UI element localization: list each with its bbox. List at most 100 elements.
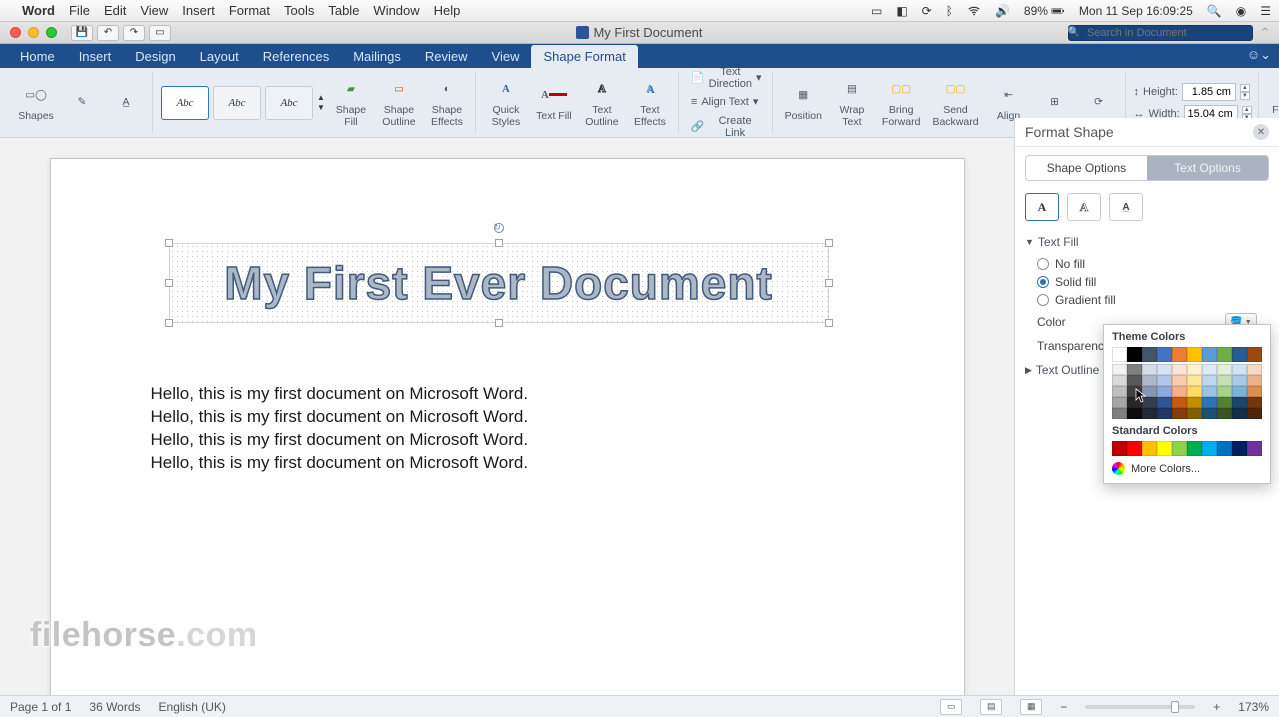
color-swatch[interactable] [1127,347,1142,362]
height-down[interactable]: ▼ [1240,92,1250,100]
text-box-button[interactable]: A̲ [106,88,146,118]
zoom-window-button[interactable] [46,27,57,38]
shape-style-2[interactable]: Abc [213,86,261,120]
color-swatch[interactable] [1142,397,1157,408]
color-swatch[interactable] [1217,364,1232,375]
color-swatch[interactable] [1232,408,1247,419]
radio-gradient-fill[interactable]: Gradient fill [1025,291,1269,309]
menu-format[interactable]: Format [229,3,270,18]
menu-window[interactable]: Window [373,3,419,18]
language-status[interactable]: English (UK) [159,700,226,714]
color-swatch[interactable] [1202,441,1217,456]
menu-file[interactable]: File [69,3,90,18]
color-swatch[interactable] [1187,397,1202,408]
zoom-level[interactable]: 173% [1238,700,1269,714]
color-swatch[interactable] [1157,386,1172,397]
color-swatch[interactable] [1202,375,1217,386]
color-swatch[interactable] [1142,441,1157,456]
color-swatch[interactable] [1187,347,1202,362]
shape-effects-button[interactable]: ◐Shape Effects [425,75,469,130]
color-swatch[interactable] [1232,441,1247,456]
color-swatch[interactable] [1232,364,1247,375]
text-outline-button[interactable]: AText Outline [580,75,624,130]
send-backward-button[interactable]: ▢▢Send Backward [928,75,982,130]
color-swatch[interactable] [1217,408,1232,419]
document-search-input[interactable] [1068,25,1253,41]
width-up[interactable]: ▲ [1242,106,1252,114]
rotate-button[interactable]: ⟳ [1079,88,1119,118]
shape-style-3[interactable]: Abc [265,86,313,120]
color-swatch[interactable] [1112,386,1127,397]
qat-print-layout-button[interactable]: ▭ [149,25,171,41]
notifications-icon[interactable]: ☰ [1260,4,1271,18]
color-swatch[interactable] [1157,397,1172,408]
word-count[interactable]: 36 Words [89,700,140,714]
tab-design[interactable]: Design [123,45,187,68]
color-swatch[interactable] [1247,347,1262,362]
color-swatch[interactable] [1202,347,1217,362]
tab-references[interactable]: References [251,45,341,68]
color-swatch[interactable] [1232,386,1247,397]
color-swatch[interactable] [1127,397,1142,408]
display-icon[interactable]: ◧ [896,4,907,18]
color-swatch[interactable] [1217,347,1232,362]
volume-icon[interactable]: 🔊 [995,4,1010,18]
color-swatch[interactable] [1112,364,1127,375]
document-page[interactable]: My First Ever Document Hello, this is my… [50,158,965,695]
menu-edit[interactable]: Edit [104,3,126,18]
tab-layout[interactable]: Layout [188,45,251,68]
color-swatch[interactable] [1112,347,1127,362]
color-swatch[interactable] [1142,375,1157,386]
color-swatch[interactable] [1142,408,1157,419]
document-workspace[interactable]: My First Ever Document Hello, this is my… [0,138,1014,695]
color-swatch[interactable] [1217,375,1232,386]
color-swatch[interactable] [1127,375,1142,386]
view-web-button[interactable]: ▦ [1020,699,1042,715]
color-swatch[interactable] [1202,386,1217,397]
quick-styles-button[interactable]: AQuick Styles [484,75,528,130]
body-line-3[interactable]: Hello, this is my first document on Micr… [151,429,864,452]
color-swatch[interactable] [1187,375,1202,386]
tab-view[interactable]: View [480,45,532,68]
color-swatch[interactable] [1202,397,1217,408]
color-swatch[interactable] [1217,441,1232,456]
shape-outline-button[interactable]: ▭Shape Outline [377,75,421,130]
body-line-1[interactable]: Hello, this is my first document on Micr… [151,383,864,406]
color-swatch[interactable] [1247,397,1262,408]
color-swatch[interactable] [1202,364,1217,375]
color-swatch[interactable] [1142,386,1157,397]
color-swatch[interactable] [1157,408,1172,419]
color-swatch[interactable] [1247,408,1262,419]
close-window-button[interactable] [10,27,21,38]
color-swatch[interactable] [1187,441,1202,456]
color-swatch[interactable] [1187,364,1202,375]
create-link-button[interactable]: 🔗 Create Link [687,113,766,141]
text-effects-button[interactable]: AText Effects [628,75,672,130]
color-swatch[interactable] [1112,441,1127,456]
color-swatch[interactable] [1232,375,1247,386]
zoom-thumb[interactable] [1171,701,1179,713]
color-swatch[interactable] [1112,397,1127,408]
color-swatch[interactable] [1172,364,1187,375]
color-swatch[interactable] [1157,441,1172,456]
tab-text-fill-outline[interactable]: A [1025,193,1059,221]
color-swatch[interactable] [1187,386,1202,397]
airplay-icon[interactable]: ▭ [871,4,882,18]
zoom-out-button[interactable]: − [1060,700,1067,714]
wordart-text[interactable]: My First Ever Document [169,243,829,323]
tab-home[interactable]: Home [8,45,67,68]
menu-tools[interactable]: Tools [284,3,314,18]
menu-help[interactable]: Help [434,3,461,18]
color-swatch[interactable] [1142,347,1157,362]
bluetooth-icon[interactable]: ᛒ [946,4,953,18]
color-swatch[interactable] [1172,397,1187,408]
color-swatch[interactable] [1202,408,1217,419]
color-swatch[interactable] [1172,347,1187,362]
menu-insert[interactable]: Insert [182,3,215,18]
color-swatch[interactable] [1172,386,1187,397]
color-swatch[interactable] [1157,347,1172,362]
height-up[interactable]: ▲ [1240,84,1250,92]
wifi-icon[interactable] [967,4,981,18]
spotlight-icon[interactable]: 🔍 [1207,4,1222,18]
pane-close-button[interactable]: ✕ [1253,124,1269,140]
